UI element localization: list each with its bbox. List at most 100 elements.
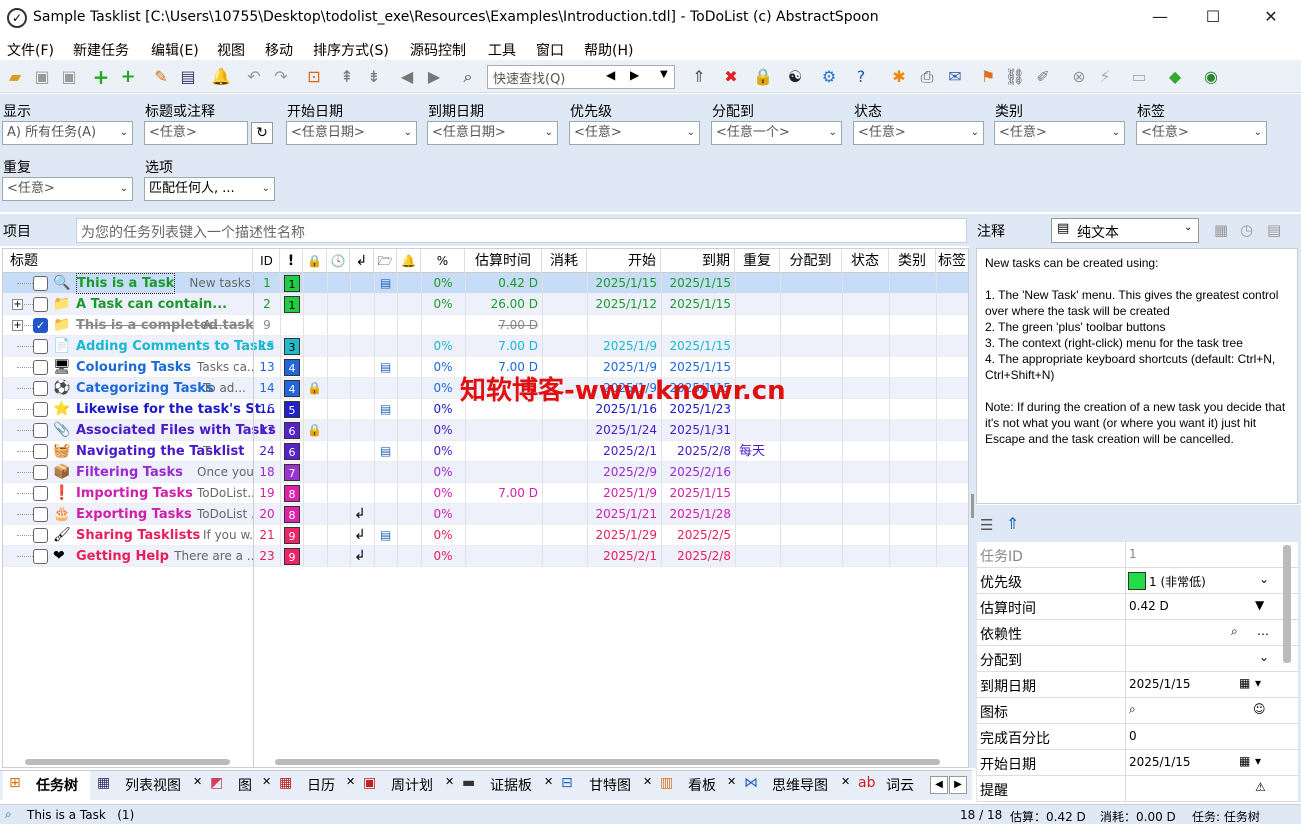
- task-title[interactable]: Colouring Tasks: [76, 357, 191, 378]
- tab-close-icon[interactable]: ✕: [346, 775, 355, 788]
- move-up-icon[interactable]: ⇞: [336, 66, 358, 88]
- search-icon[interactable]: ⌕: [1129, 702, 1136, 717]
- task-title[interactable]: This is a Task: [76, 273, 176, 294]
- calendar-icon[interactable]: ▦: [1239, 754, 1250, 768]
- task-checkbox[interactable]: [33, 339, 48, 354]
- filter-tags-select[interactable]: <任意> ⌄: [1136, 121, 1267, 145]
- print-icon[interactable]: ⎙: [916, 66, 938, 88]
- menu-source-control[interactable]: 源码控制: [410, 40, 466, 60]
- tab-close-icon[interactable]: ✕: [445, 775, 454, 788]
- task-checkbox[interactable]: [33, 360, 48, 375]
- menu-new-task[interactable]: 新建任务: [73, 40, 129, 60]
- reminder-bell-icon[interactable]: 🔔: [210, 66, 232, 88]
- col-lock-icon[interactable]: 🔒: [303, 249, 327, 273]
- fit-icon[interactable]: ⊡: [303, 66, 325, 88]
- chevron-down-icon[interactable]: ▼: [1255, 598, 1264, 612]
- menu-edit[interactable]: 编辑(E): [151, 40, 199, 60]
- menu-view[interactable]: 视图: [217, 40, 245, 60]
- calendar-icon[interactable]: ▦: [1239, 676, 1250, 690]
- filter-status-select[interactable]: <任意> ⌄: [853, 121, 984, 145]
- calendar-icon[interactable]: ▦: [1214, 221, 1228, 239]
- task-checkbox[interactable]: [33, 549, 48, 564]
- col-reminder-icon[interactable]: 🔔: [397, 249, 421, 273]
- back-arrow-icon[interactable]: ◀: [396, 66, 418, 88]
- chevron-down-icon[interactable]: ▼: [660, 69, 668, 80]
- col-tags[interactable]: 标签: [936, 249, 968, 273]
- horizontal-scrollbar-right[interactable]: [275, 759, 940, 765]
- expand-icon[interactable]: +: [12, 299, 23, 310]
- tab-word-cloud[interactable]: 词云: [886, 775, 914, 795]
- task-checkbox[interactable]: [33, 297, 48, 312]
- property-row[interactable]: 开始日期 2025/1/15 ▦ ▾: [977, 750, 1298, 776]
- tab-scroll-left-icon[interactable]: ◀: [930, 776, 948, 794]
- quick-find-combo[interactable]: 快速查找(Q) ◀ ▶ ▼: [487, 65, 675, 89]
- col-status[interactable]: 状态: [842, 249, 889, 273]
- vertical-splitter[interactable]: [969, 214, 976, 768]
- filter-priority-select[interactable]: <任意> ⌄: [569, 121, 700, 145]
- link-icon[interactable]: ⛓: [1004, 66, 1026, 88]
- filter-start-select[interactable]: <任意日期> ⌄: [286, 121, 417, 145]
- property-row[interactable]: 估算时间 0.42 D ▼: [977, 594, 1298, 620]
- property-row[interactable]: 图标 ⌕ ☺: [977, 698, 1298, 724]
- gear-icon[interactable]: ⚙: [818, 66, 840, 88]
- table-row[interactable]: ❗ Importing Tasks ToDoList... 19 8 0% 7.00 D 20…: [3, 483, 968, 504]
- binoculars-icon[interactable]: ⌕: [457, 66, 479, 88]
- property-row[interactable]: 提醒 ⚠: [977, 776, 1298, 802]
- col-start[interactable]: 开始: [587, 249, 661, 273]
- col-recur[interactable]: 重复: [735, 249, 780, 273]
- table-row[interactable]: 🧺 Navigating the Tasklist T... 24 6 ▤ 0% 2025/2…: [3, 441, 968, 462]
- tab-close-icon[interactable]: ✕: [727, 775, 736, 788]
- table-row[interactable]: 🔍 This is a Task New tasks c... 11 ▤ 0% 0.42 D…: [3, 273, 968, 294]
- property-row[interactable]: 优先级 1 (非常低) ⌄: [977, 568, 1298, 594]
- refresh-icon[interactable]: ↻: [251, 122, 273, 144]
- asterisk-icon[interactable]: ✱: [888, 66, 910, 88]
- task-checkbox[interactable]: [33, 381, 48, 396]
- tab-chart[interactable]: 图: [238, 775, 252, 795]
- chevron-down-icon[interactable]: ▾: [1255, 754, 1261, 768]
- col-priority-icon[interactable]: !: [280, 249, 303, 273]
- task-title[interactable]: Getting Help: [76, 546, 169, 567]
- property-row[interactable]: 到期日期 2025/1/15 ▦ ▾: [977, 672, 1298, 698]
- menu-tools[interactable]: 工具: [488, 40, 516, 60]
- save-all-icon[interactable]: ▣: [58, 66, 80, 88]
- col-recurrence-icon[interactable]: ↲: [350, 249, 374, 273]
- notes-format-select[interactable]: ▤ 纯文本 ⌄: [1051, 218, 1199, 243]
- tab-close-icon[interactable]: ✕: [643, 775, 652, 788]
- help-icon[interactable]: ?: [850, 66, 872, 88]
- find-prev-icon[interactable]: ◀: [606, 68, 615, 82]
- col-clock-icon[interactable]: 🕓: [327, 249, 350, 273]
- more-icon[interactable]: …: [1257, 624, 1269, 638]
- lightning-icon[interactable]: ⚡: [1094, 66, 1116, 88]
- task-title[interactable]: Importing Tasks: [76, 483, 193, 504]
- task-checkbox[interactable]: [33, 402, 48, 417]
- col-due[interactable]: 到期: [661, 249, 735, 273]
- tab-close-icon[interactable]: ✕: [262, 775, 271, 788]
- col-alloc[interactable]: 分配到: [780, 249, 842, 273]
- property-row[interactable]: 完成百分比 0: [977, 724, 1298, 750]
- tab-close-icon[interactable]: ✕: [193, 775, 202, 788]
- play-icon[interactable]: ◷: [1240, 221, 1253, 239]
- tag-icon[interactable]: ◆: [1164, 66, 1186, 88]
- globe-icon[interactable]: ◉: [1200, 66, 1222, 88]
- menu-file[interactable]: 文件(F): [7, 40, 54, 60]
- tab-list-view[interactable]: 列表视图: [125, 775, 181, 795]
- menu-move[interactable]: 移动: [265, 40, 293, 60]
- task-title[interactable]: Categorizing Tasks: [76, 378, 214, 399]
- new-subtask-icon[interactable]: +: [117, 66, 139, 88]
- minimize-button[interactable]: —: [1137, 0, 1183, 36]
- maximize-button[interactable]: ☐: [1190, 0, 1236, 36]
- search-icon[interactable]: ⌕: [1231, 624, 1238, 639]
- task-title[interactable]: Sharing Tasklists: [76, 525, 200, 546]
- table-row[interactable]: 📦 Filtering Tasks Once you h... 18 7 0% 2025/2…: [3, 462, 968, 483]
- property-row[interactable]: 依赖性 ⌕…: [977, 620, 1298, 646]
- col-percent[interactable]: %: [421, 249, 465, 273]
- edit-card-icon[interactable]: ▤: [177, 66, 199, 88]
- close-button[interactable]: ✕: [1248, 0, 1294, 36]
- tab-task-tree[interactable]: 任务树: [36, 775, 78, 795]
- tab-calendar[interactable]: 日历: [307, 775, 335, 795]
- filter-alloc-select[interactable]: <任意一个> ⌄: [711, 121, 842, 145]
- project-name-input[interactable]: 为您的任务列表键入一个描述性名称: [76, 218, 967, 243]
- table-row[interactable]: 🖌 Sharing TasklistsIf you w... 21 9 ↲ ▤ 0% 2025…: [3, 525, 968, 546]
- sort-icon[interactable]: ⇑: [1006, 514, 1019, 533]
- task-checkbox[interactable]: [33, 507, 48, 522]
